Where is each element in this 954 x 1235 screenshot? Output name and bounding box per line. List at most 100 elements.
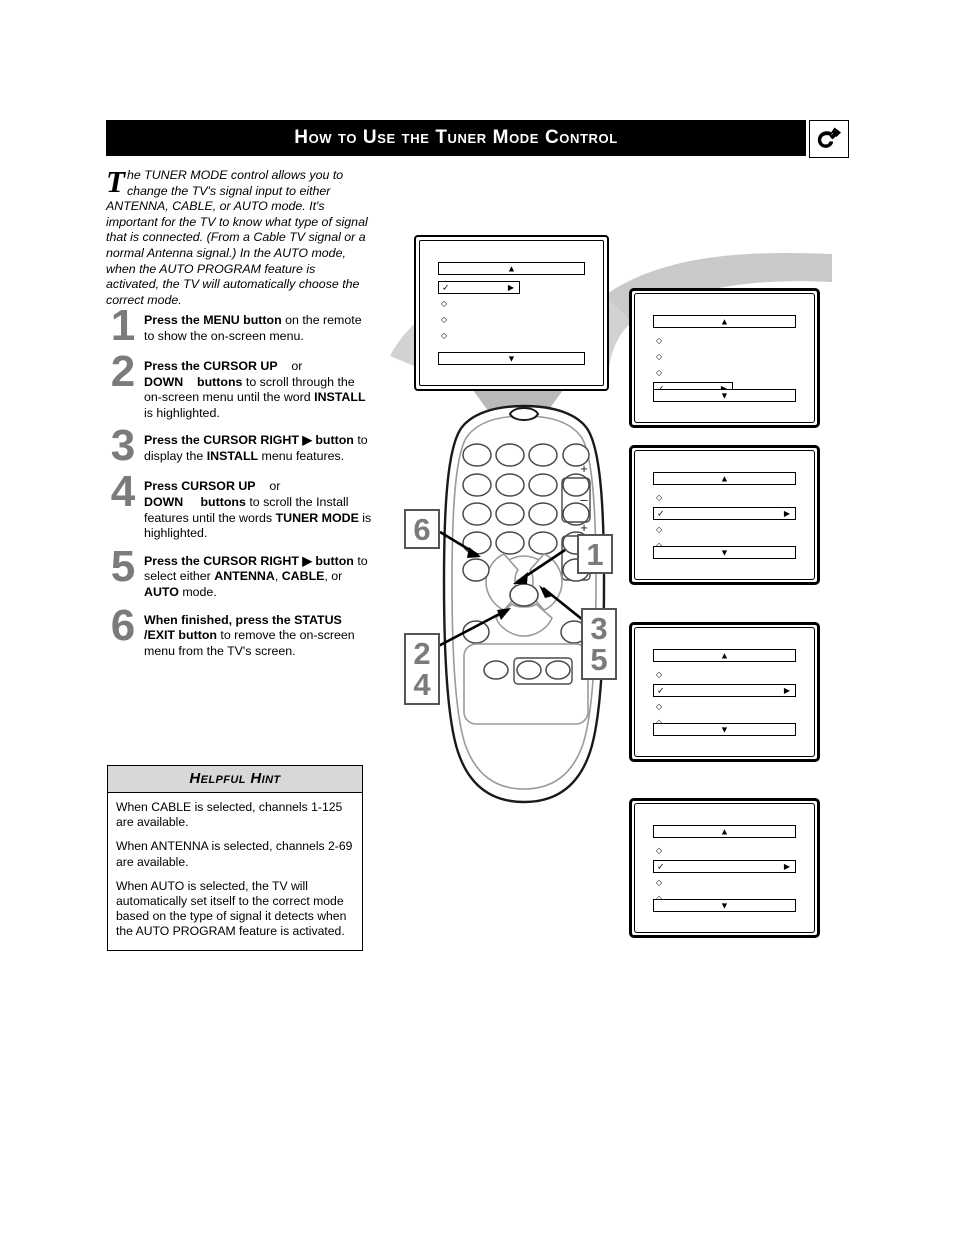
menu-panel-1-osd: ▲ ◇ ◇ ◇ ✓ ▶ ▼ [635, 294, 814, 422]
check-icon: ✓ [657, 861, 665, 871]
step-text-5: Press the CURSOR RIGHT ▶ button to selec… [144, 553, 368, 599]
callout-2-4-label-1: 2 [413, 636, 431, 671]
step-6: 6 When finished, press the STATUS /EXIT b… [104, 603, 374, 660]
callout-2-4-label-2: 4 [413, 667, 431, 702]
menu-panel-4-item-3[interactable]: ◇ [656, 876, 799, 889]
check-icon: ✓ [657, 508, 665, 518]
menu-panel-2-item-1[interactable]: ◇ [656, 491, 799, 504]
bullet-icon: ◇ [441, 331, 448, 340]
step-text-1: Press the MENU button on the remote to s… [144, 313, 362, 343]
menu-panel-4-item-1[interactable]: ◇ [656, 844, 799, 857]
chevron-down-icon: ▼ [720, 547, 729, 557]
check-icon: ✓ [657, 685, 665, 695]
intro-paragraph: The TUNER MODE control allows you to cha… [106, 164, 370, 308]
hint-paragraph-3: When AUTO is selected, the TV will autom… [116, 878, 347, 939]
tv-menu-item-3[interactable]: ◇ [441, 313, 588, 326]
tv-menu-item-2[interactable]: ◇ [441, 297, 588, 310]
menu-panel-3-screen: ▲◇✓▶◇◇▼ [634, 627, 815, 757]
chevron-down-icon: ▼ [720, 390, 729, 400]
step-2: 2 Press the CURSOR UP or DOWN buttons to … [104, 350, 374, 421]
bullet-icon: ◇ [656, 846, 663, 855]
intro-text: he TUNER MODE control allows you to chan… [106, 168, 368, 307]
menu-panel-2-screen: ▲◇✓▶◇◇▼ [634, 450, 815, 580]
check-icon: ✓ [442, 282, 450, 292]
step-4: 4 Press CURSOR UP or DOWN buttons to scro… [104, 470, 374, 541]
menu-panel-3-item-1[interactable]: ◇ [656, 668, 799, 681]
tv-menu-item-1[interactable]: ✓ ▶ [438, 281, 520, 294]
step-list: 1 Press the MENU button on the remote to … [104, 304, 374, 671]
callout-1: 1 [577, 534, 613, 574]
page-header-bar: How to Use the Tuner Mode Control [106, 120, 806, 156]
menu-panel-4-screen: ▲◇✓▶◇◇▼ [634, 803, 815, 933]
callout-1-label-1: 1 [586, 536, 604, 572]
chevron-up-icon: ▲ [720, 650, 729, 660]
menu-panel-1-item-3[interactable]: ◇ [656, 366, 799, 379]
bullet-icon: ◇ [441, 315, 448, 324]
bullet-icon: ◇ [656, 702, 663, 711]
menu-panel-4-osd: ▲◇✓▶◇◇▼ [635, 804, 814, 932]
chevron-up-icon: ▲ [720, 473, 729, 483]
bullet-icon: ◇ [656, 878, 663, 887]
chevron-right-icon: ▶ [507, 282, 514, 292]
step-text-4: Press CURSOR UP or DOWN buttons to scrol… [144, 479, 372, 541]
bullet-icon: ◇ [656, 336, 663, 345]
helpful-hint-box: Helpful Hint When CABLE is selected, cha… [107, 765, 363, 951]
tv-screen: ▲ ✓ ▶ ◇ ◇ ◇ ▼ [419, 240, 604, 386]
menu-panel-1-item-1[interactable]: ◇ [656, 334, 799, 347]
menu-panel-3-item-3[interactable]: ◇ [656, 700, 799, 713]
step-text-3: Press the CURSOR RIGHT ▶ button to displ… [144, 433, 368, 463]
menu-panel-2-scroll-up-bar[interactable]: ▲ [653, 472, 796, 485]
step-number-4: 4 [110, 467, 136, 517]
chevron-up-icon: ▲ [720, 316, 729, 326]
callout-6: 6 [404, 509, 440, 549]
menu-panel-2-item-2[interactable]: ✓ ▶ [653, 507, 796, 520]
bullet-icon: ◇ [656, 670, 663, 679]
callout-2-4: 24 [404, 633, 440, 705]
step-number-2: 2 [110, 347, 136, 396]
intro-dropcap: T [106, 164, 125, 199]
bullet-icon: ◇ [656, 493, 663, 502]
menu-panel-3-scroll-up-bar[interactable]: ▲ [653, 649, 796, 662]
step-number-5: 5 [110, 541, 136, 591]
remote-hook-icon [809, 120, 849, 158]
chevron-up-icon: ▲ [507, 263, 516, 273]
step-number-3: 3 [110, 421, 136, 471]
menu-panel-3-item-2[interactable]: ✓ ▶ [653, 684, 796, 697]
chevron-down-icon: ▼ [507, 353, 516, 363]
menu-panel-1: ▲ ◇ ◇ ◇ ✓ ▶ ▼ [629, 288, 820, 428]
menu-panel-1-scroll-down-bar[interactable]: ▼ [653, 389, 796, 402]
menu-panel-4-scroll-up-bar[interactable]: ▲ [653, 825, 796, 838]
svg-text:+: + [580, 461, 588, 476]
menu-panel-2-scroll-down-bar[interactable]: ▼ [653, 546, 796, 559]
menu-panel-3-scroll-down-bar[interactable]: ▼ [653, 723, 796, 736]
tv-menu-scroll-down-bar[interactable]: ▼ [438, 352, 585, 365]
bullet-icon: ◇ [656, 368, 663, 377]
tv-menu-scroll-up-bar[interactable]: ▲ [438, 262, 585, 275]
menu-panel-3-osd: ▲◇✓▶◇◇▼ [635, 628, 814, 756]
menu-panel-3: ▲◇✓▶◇◇▼ [629, 622, 820, 762]
hint-paragraph-1: When CABLE is selected, channels 1-125 a… [116, 800, 343, 830]
helpful-hint-body: When CABLE is selected, channels 1-125 a… [108, 793, 362, 950]
manual-page: How to Use the Tuner Mode Control The TU… [0, 0, 954, 1235]
menu-panel-4-scroll-down-bar[interactable]: ▼ [653, 899, 796, 912]
menu-panel-2-item-3[interactable]: ◇ [656, 523, 799, 536]
tv-menu-item-4[interactable]: ◇ [441, 329, 588, 342]
step-number-1: 1 [110, 301, 136, 350]
menu-panel-1-item-2[interactable]: ◇ [656, 350, 799, 363]
callout-6-label-1: 6 [413, 511, 431, 547]
callout-3-5: 35 [581, 608, 617, 680]
chevron-right-icon: ▶ [783, 861, 790, 871]
menu-panel-2-osd: ▲◇✓▶◇◇▼ [635, 451, 814, 579]
step-3: 3 Press the CURSOR RIGHT ▶ button to disp… [104, 424, 374, 468]
tv-set: ▲ ✓ ▶ ◇ ◇ ◇ ▼ [414, 235, 609, 391]
chevron-up-icon: ▲ [720, 826, 729, 836]
menu-panel-4: ▲◇✓▶◇◇▼ [629, 798, 820, 938]
menu-panel-4-item-2[interactable]: ✓ ▶ [653, 860, 796, 873]
tv-osd-menu: ▲ ✓ ▶ ◇ ◇ ◇ ▼ [420, 241, 603, 385]
step-text-2: Press the CURSOR UP or DOWN buttons to s… [144, 359, 366, 420]
menu-panel-1-screen: ▲ ◇ ◇ ◇ ✓ ▶ ▼ [634, 293, 815, 423]
chevron-right-icon: ▶ [783, 508, 790, 518]
menu-panel-1-scroll-up-bar[interactable]: ▲ [653, 315, 796, 328]
step-5: 5 Press the CURSOR RIGHT ▶ button to sele… [104, 544, 374, 601]
menu-panel-2: ▲◇✓▶◇◇▼ [629, 445, 820, 585]
